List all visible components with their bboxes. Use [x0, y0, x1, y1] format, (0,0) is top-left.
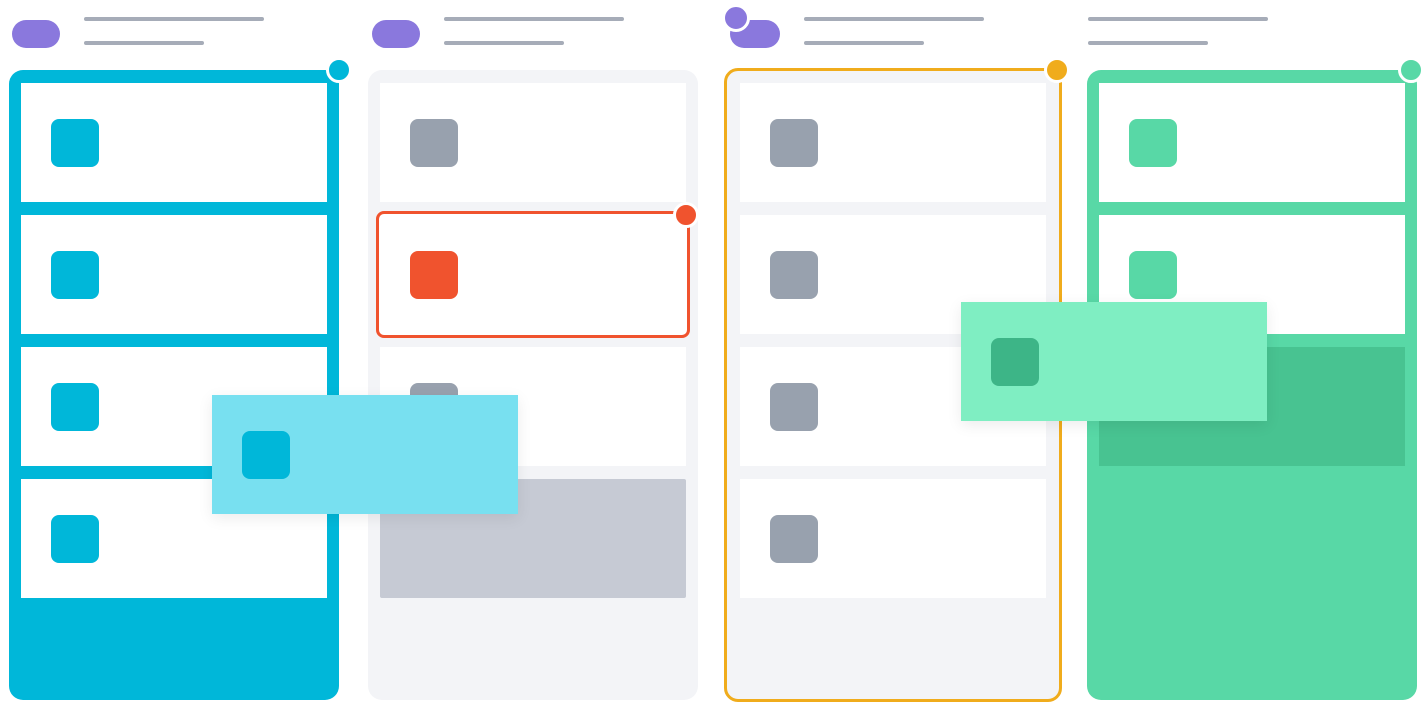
- task-card[interactable]: [21, 83, 327, 202]
- column-subtitle-placeholder: [1088, 41, 1208, 45]
- task-tile-icon: [410, 119, 458, 167]
- column-title-placeholder: [804, 17, 984, 21]
- task-card[interactable]: [740, 479, 1046, 598]
- status-dot-icon: [1398, 57, 1423, 83]
- board-column-gray[interactable]: [368, 70, 698, 700]
- column-title-placeholder: [444, 17, 624, 21]
- column-subtitle-placeholder: [804, 41, 924, 45]
- task-card[interactable]: [380, 83, 686, 202]
- status-dot-icon: [673, 202, 699, 228]
- task-tile-icon: [770, 251, 818, 299]
- task-card[interactable]: [1099, 83, 1405, 202]
- tag-pill-icon[interactable]: [12, 20, 60, 48]
- column-title-placeholder: [1088, 17, 1268, 21]
- dragged-task-card[interactable]: [961, 302, 1267, 421]
- task-tile-icon: [51, 119, 99, 167]
- task-tile-icon: [770, 383, 818, 431]
- dragged-task-card[interactable]: [212, 395, 518, 514]
- column-subtitle-placeholder: [84, 41, 204, 45]
- task-tile-icon: [1129, 119, 1177, 167]
- column-header-1: [0, 0, 340, 60]
- column-header-4: [1080, 0, 1420, 60]
- status-dot-icon: [326, 57, 352, 83]
- tag-pill-icon[interactable]: [372, 20, 420, 48]
- column-header-2: [360, 0, 700, 60]
- task-tile-icon: [51, 383, 99, 431]
- task-tile-icon: [51, 251, 99, 299]
- task-tile-icon: [1129, 251, 1177, 299]
- task-tile-icon: [991, 338, 1039, 386]
- status-dot-icon: [1044, 57, 1070, 83]
- task-card[interactable]: [21, 215, 327, 334]
- task-tile-icon: [770, 119, 818, 167]
- task-tile-icon: [770, 515, 818, 563]
- board-column-blue[interactable]: [9, 70, 339, 700]
- task-tile-icon: [242, 431, 290, 479]
- column-title-placeholder: [84, 17, 264, 21]
- task-tile-icon: [410, 251, 458, 299]
- column-subtitle-placeholder: [444, 41, 564, 45]
- column-header-3: [720, 0, 1060, 60]
- task-card[interactable]: [740, 83, 1046, 202]
- avatar[interactable]: [722, 4, 750, 32]
- task-tile-icon: [51, 515, 99, 563]
- task-card-highlighted[interactable]: [376, 211, 690, 338]
